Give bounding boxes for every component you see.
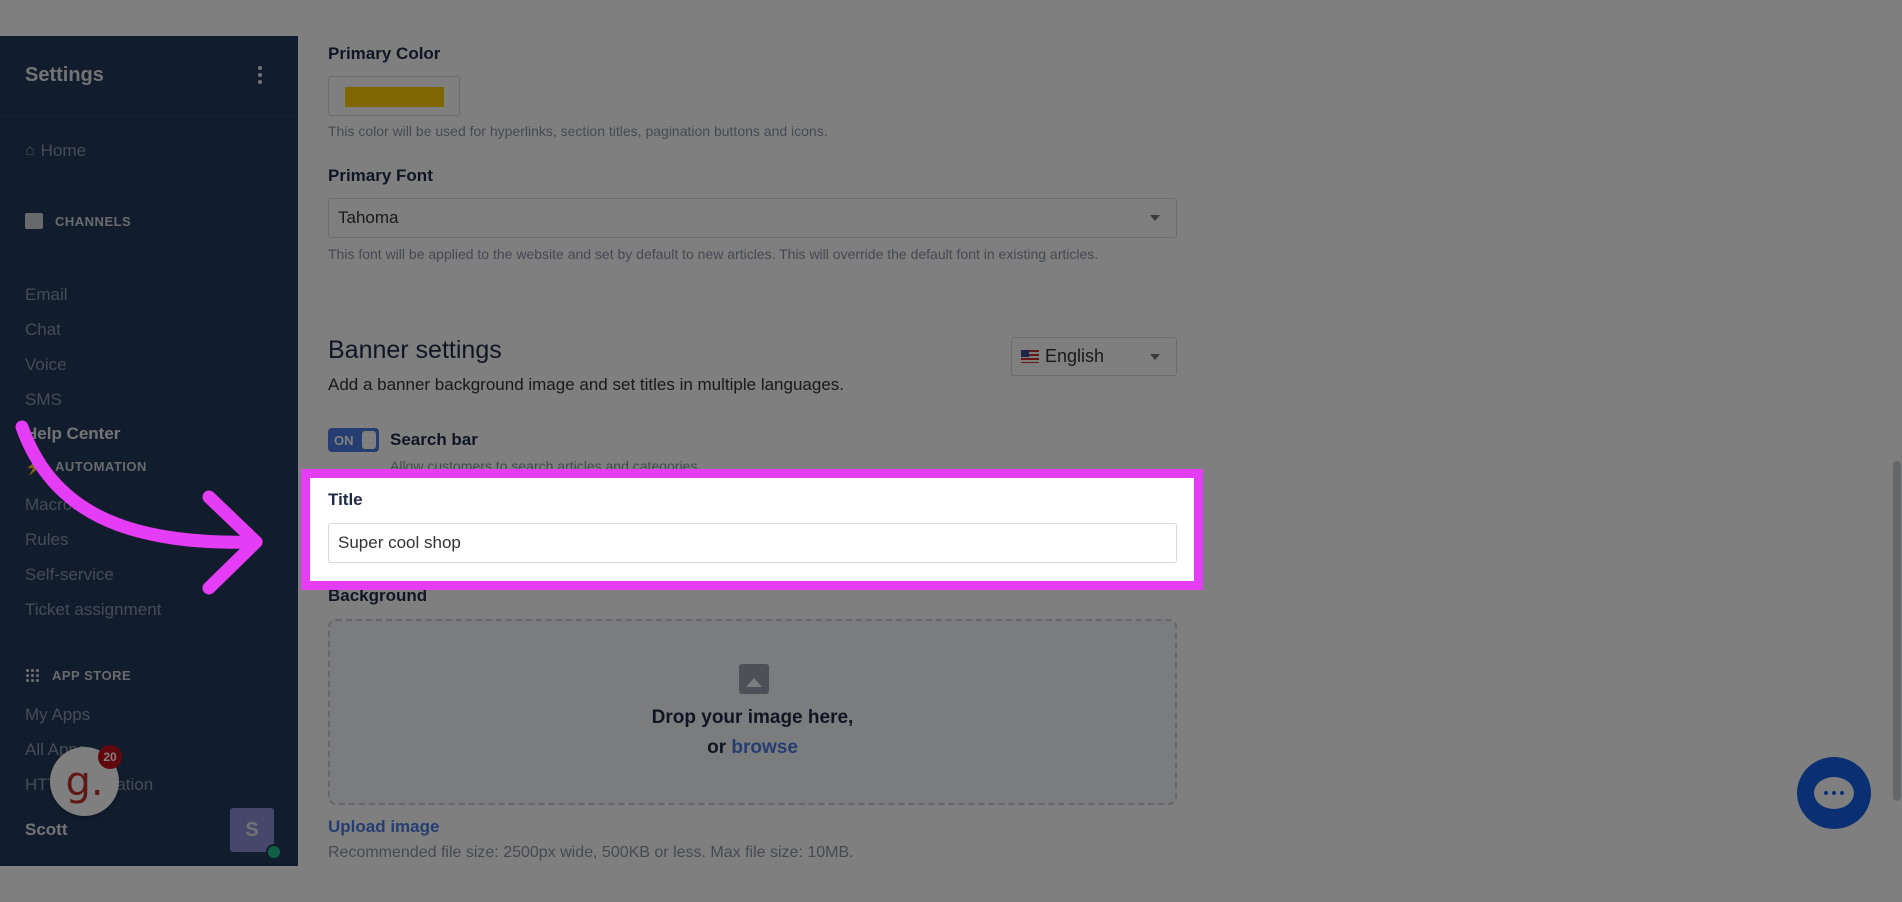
image-icon bbox=[739, 664, 769, 694]
sidebar-item-home[interactable]: ⌂ Home bbox=[25, 141, 86, 161]
banner-settings-heading: Banner settings bbox=[328, 336, 502, 364]
more-options-icon[interactable] bbox=[254, 64, 266, 86]
chevron-down-icon bbox=[1150, 354, 1160, 360]
image-dropzone[interactable]: Drop your image here, or browse bbox=[328, 619, 1177, 805]
primary-color-picker[interactable] bbox=[328, 76, 460, 116]
section-channels: CHANNELS bbox=[25, 213, 131, 229]
color-swatch bbox=[345, 87, 444, 107]
background-label: Background bbox=[328, 586, 428, 605]
sidebar-item-ticket-assignment[interactable]: Ticket assignment bbox=[25, 600, 161, 620]
grid-icon bbox=[25, 668, 40, 683]
upload-image-link[interactable]: Upload image bbox=[328, 817, 439, 837]
language-select[interactable]: English bbox=[1011, 337, 1177, 376]
sidebar-item-rules[interactable]: Rules bbox=[25, 530, 68, 550]
section-automation: ⚡ AUTOMATION bbox=[25, 458, 147, 477]
primary-color-help: This color will be used for hyperlinks, … bbox=[328, 123, 828, 139]
sidebar-title: Settings bbox=[25, 64, 104, 86]
upload-help: Recommended file size: 2500px wide, 500K… bbox=[328, 844, 854, 861]
sidebar-item-self-service[interactable]: Self-service bbox=[25, 565, 114, 585]
user-name[interactable]: Scott bbox=[25, 820, 68, 840]
primary-color-label: Primary Color bbox=[328, 44, 441, 63]
sidebar-item-sms[interactable]: SMS bbox=[25, 390, 62, 410]
scrollbar[interactable] bbox=[1893, 461, 1901, 801]
title-input[interactable]: Super cool shop bbox=[328, 523, 1177, 563]
bolt-icon: ⚡ bbox=[25, 459, 45, 476]
sidebar-item-my-apps[interactable]: My Apps bbox=[25, 705, 90, 725]
search-bar-toggle[interactable]: ON bbox=[328, 428, 379, 452]
search-bar-label: Search bar bbox=[390, 430, 478, 449]
chat-bubble-icon bbox=[1814, 777, 1854, 809]
us-flag-icon bbox=[1021, 350, 1039, 363]
online-status-icon bbox=[266, 844, 282, 860]
sidebar-item-voice[interactable]: Voice bbox=[25, 355, 67, 375]
divider bbox=[0, 116, 298, 117]
sidebar-item-help-center[interactable]: Help Center bbox=[25, 424, 120, 444]
notification-badge: 20 bbox=[98, 745, 122, 769]
title-label: Title bbox=[328, 490, 363, 509]
primary-font-label: Primary Font bbox=[328, 166, 433, 185]
chat-icon bbox=[25, 213, 43, 229]
chevron-down-icon bbox=[1150, 215, 1160, 221]
drop-or-line: or browse bbox=[707, 737, 798, 758]
browse-link[interactable]: browse bbox=[731, 737, 798, 758]
banner-settings-subtitle: Add a banner background image and set ti… bbox=[328, 375, 845, 394]
home-icon: ⌂ bbox=[25, 142, 35, 159]
drop-text: Drop your image here, bbox=[651, 707, 854, 728]
section-app-store: APP STORE bbox=[25, 668, 131, 683]
sidebar: Settings ⌂ Home CHANNELS Email Chat Voic… bbox=[0, 36, 298, 866]
sidebar-item-chat[interactable]: Chat bbox=[25, 320, 61, 340]
primary-font-help: This font will be applied to the website… bbox=[328, 246, 1099, 262]
app: Settings ⌂ Home CHANNELS Email Chat Voic… bbox=[0, 36, 1902, 866]
primary-font-select[interactable]: Tahoma bbox=[328, 198, 1177, 238]
chat-launcher-button[interactable] bbox=[1797, 757, 1871, 829]
sidebar-item-macros[interactable]: Macros bbox=[25, 495, 81, 515]
sidebar-item-email[interactable]: Email bbox=[25, 285, 68, 305]
main-content: Primary Color This color will be used fo… bbox=[298, 36, 1902, 866]
search-bar-help: Allow customers to search articles and c… bbox=[390, 458, 698, 474]
